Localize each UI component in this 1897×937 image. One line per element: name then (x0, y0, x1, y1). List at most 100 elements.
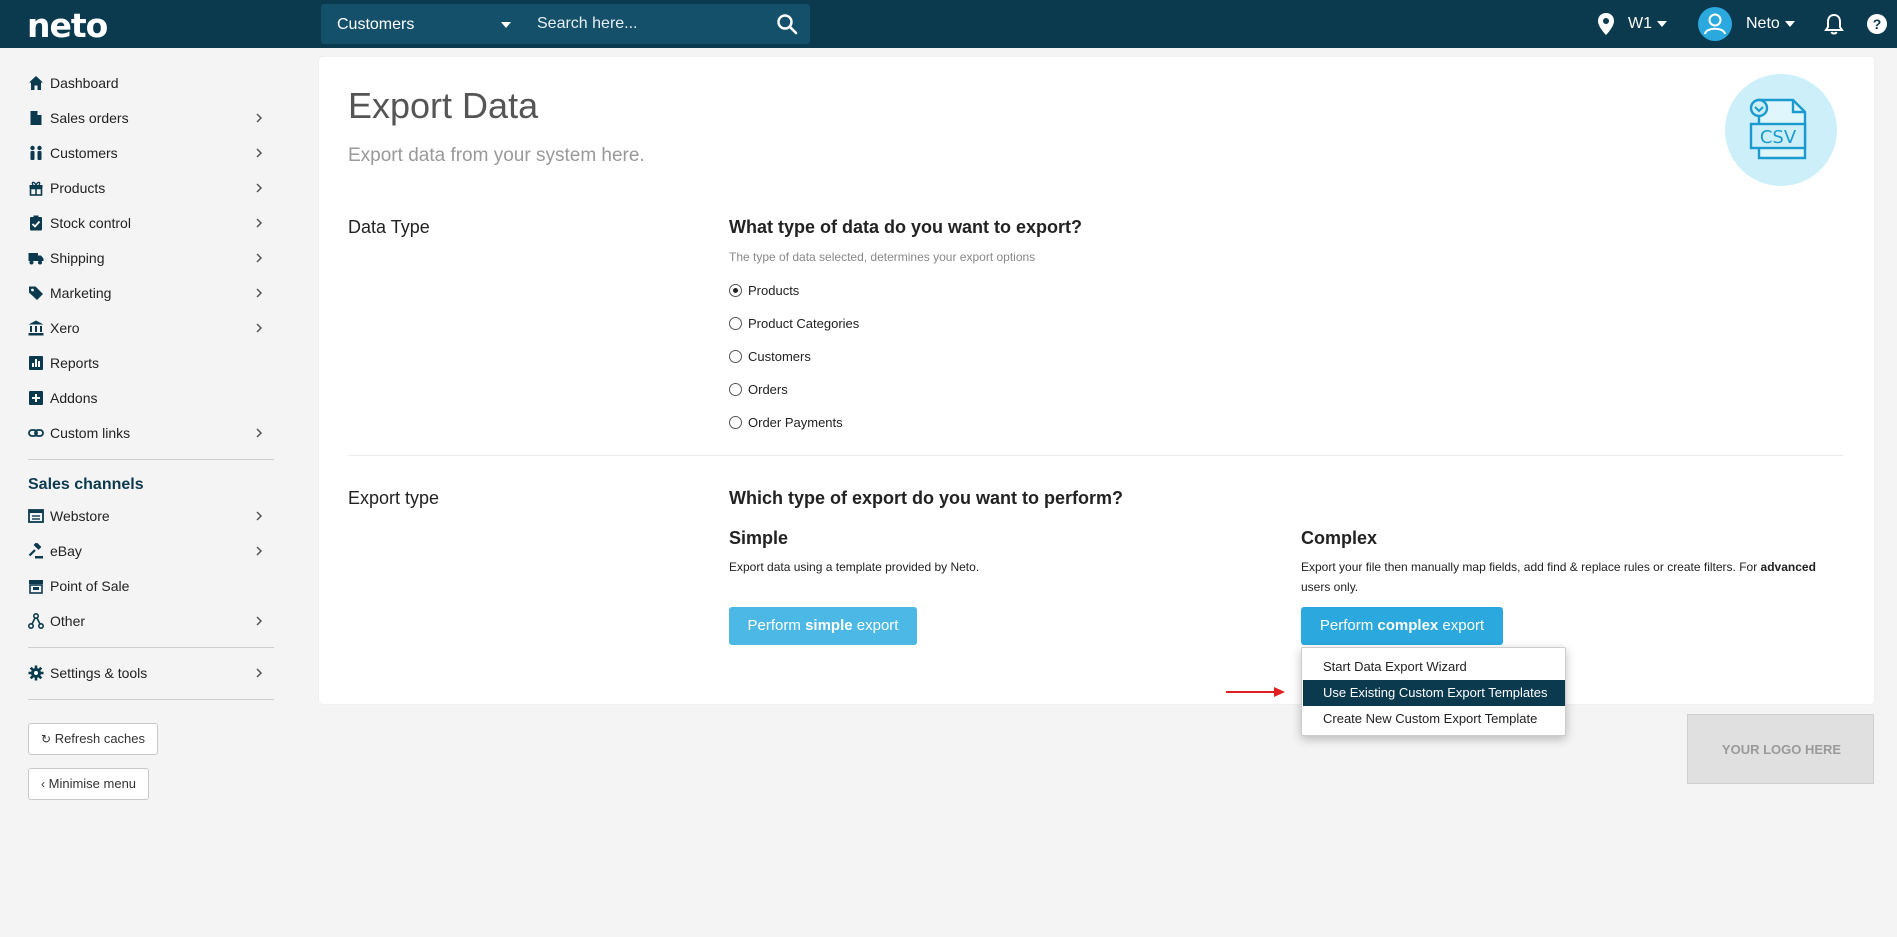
button-text: Perform (1319, 617, 1378, 634)
sidebar-item-custom-links[interactable]: Custom links (28, 419, 274, 447)
export-type-question: Which type of export do you want to perf… (729, 488, 1123, 508)
sidebar-item-marketing[interactable]: Marketing (28, 279, 274, 307)
sidebar-item-label: Settings & tools (50, 665, 148, 681)
sidebar-item-other[interactable]: Other (28, 607, 274, 635)
gavel-icon (28, 543, 43, 559)
tag-icon (29, 286, 43, 300)
sidebar-item-dashboard[interactable]: Dashboard (28, 69, 274, 97)
data-type-label: Data Type (348, 217, 430, 237)
chevron-right-icon (256, 668, 263, 678)
page-subtitle: Export data from your system here. (348, 145, 645, 166)
radio-label: Product Categories (748, 316, 860, 331)
menu-item-start-wizard[interactable]: Start Data Export Wizard (1303, 654, 1565, 680)
menu-item-create-new-template[interactable]: Create New Custom Export Template (1303, 706, 1565, 732)
button-text: export (1438, 617, 1485, 634)
location-pin-icon[interactable] (1596, 12, 1616, 36)
logo-placeholder: YOUR LOGO HERE (1687, 714, 1874, 784)
top-bar: neto Customers W1 Neto ? (0, 0, 1897, 48)
sidebar-item-xero[interactable]: Xero (28, 314, 274, 342)
minimise-menu-button[interactable]: ‹ Minimise menu (28, 768, 150, 800)
customers-icon (30, 145, 42, 160)
button-text: Perform (747, 617, 806, 634)
sidebar-item-settings-tools[interactable]: Settings & tools (28, 659, 274, 687)
minimise-menu-label: Minimise menu (48, 776, 137, 791)
sidebar-item-stock-control[interactable]: Stock control (28, 209, 274, 237)
plus-square-icon (29, 391, 43, 405)
chevron-right-icon (256, 288, 263, 298)
gift-icon (29, 181, 43, 196)
bell-icon[interactable] (1823, 12, 1845, 36)
refresh-caches-label: Refresh caches (54, 731, 146, 746)
sidebar-item-customers[interactable]: Customers (28, 139, 274, 167)
sidebar-divider (28, 699, 274, 700)
chevron-right-icon (256, 148, 263, 158)
location-selector[interactable]: W1 (1628, 15, 1652, 33)
red-arrow-annotation (1226, 687, 1285, 697)
menu-item-use-existing-templates[interactable]: Use Existing Custom Export Templates (1303, 680, 1565, 706)
avatar[interactable] (1698, 7, 1732, 41)
sidebar-item-reports[interactable]: Reports (28, 349, 274, 377)
chevron-right-icon (256, 616, 263, 626)
chevron-left-icon: ‹ (41, 777, 45, 791)
radio-button[interactable] (729, 416, 742, 429)
chevron-right-icon (256, 253, 263, 263)
sidebar-item-label: Addons (50, 390, 98, 406)
perform-complex-export-button[interactable]: Perform complex export (1301, 607, 1503, 645)
sidebar-item-label: Stock control (50, 215, 131, 231)
sidebar-item-webstore[interactable]: Webstore (28, 502, 274, 530)
radio-label: Customers (748, 349, 811, 364)
sidebar-item-label: Xero (50, 320, 80, 336)
simple-heading: Simple (729, 528, 789, 548)
sidebar-item-products[interactable]: Products (28, 174, 274, 202)
svg-text:?: ? (1873, 16, 1882, 32)
gear-icon (28, 665, 44, 681)
search-scope-select[interactable]: Customers (321, 4, 525, 44)
sidebar-item-label: Dashboard (50, 75, 119, 91)
bar-chart-icon (29, 356, 43, 370)
caret-down-icon (501, 22, 511, 28)
sidebar-item-label: Marketing (50, 285, 112, 301)
sidebar-divider (28, 647, 274, 648)
sidebar-item-label: Products (50, 180, 106, 196)
radio-button[interactable] (729, 317, 742, 330)
radio-button[interactable] (729, 350, 742, 363)
data-type-help: The type of data selected, determines yo… (729, 250, 1036, 264)
chevron-right-icon (256, 511, 263, 521)
help-icon[interactable]: ? (1866, 13, 1888, 35)
data-type-question: What type of data do you want to export? (729, 217, 1082, 237)
sidebar-item-shipping[interactable]: Shipping (28, 244, 274, 272)
search-icon[interactable] (775, 12, 799, 36)
user-menu[interactable]: Neto (1746, 15, 1780, 33)
sidebar-item-label: Custom links (50, 425, 131, 441)
perform-simple-export-button[interactable]: Perform simple export (729, 607, 917, 645)
search-scope-label: Customers (337, 16, 415, 33)
button-text: export (852, 617, 899, 634)
sidebar-item-addons[interactable]: Addons (28, 384, 274, 412)
document-icon (30, 111, 42, 125)
global-search: Customers (321, 4, 810, 44)
sidebar-item-sales-orders[interactable]: Sales orders (28, 104, 274, 132)
complex-export-dropdown: Start Data Export Wizard Use Existing Cu… (1301, 647, 1566, 736)
complex-heading: Complex (1301, 528, 1378, 548)
sidebar-item-label: eBay (50, 543, 82, 559)
home-icon (29, 76, 43, 90)
sidebar-item-label: Reports (50, 355, 100, 371)
sidebar-item-label: Shipping (50, 250, 105, 266)
neto-logo[interactable]: neto (27, 6, 108, 45)
desc-text: Export your file then manually map field… (1301, 560, 1761, 574)
radio-label: Products (748, 283, 800, 298)
radio-selected-dot (733, 288, 738, 293)
sidebar-item-point-of-sale[interactable]: Point of Sale (28, 572, 274, 600)
sidebar: Dashboard Sales orders Customers Product… (0, 48, 290, 937)
page-title: Export Data (348, 85, 539, 126)
refresh-caches-button[interactable]: ↻ Refresh caches (28, 723, 159, 755)
window-icon (28, 509, 44, 523)
radio-button[interactable] (729, 383, 742, 396)
desc-text-bold: advanced (1760, 560, 1816, 574)
search-input[interactable] (525, 4, 755, 44)
button-text-bold: simple (805, 617, 853, 634)
sidebar-item-ebay[interactable]: eBay (28, 537, 274, 565)
radio-button[interactable] (729, 284, 742, 297)
csv-file-badge: CSV (1725, 74, 1837, 186)
caret-down-icon (1657, 21, 1667, 27)
